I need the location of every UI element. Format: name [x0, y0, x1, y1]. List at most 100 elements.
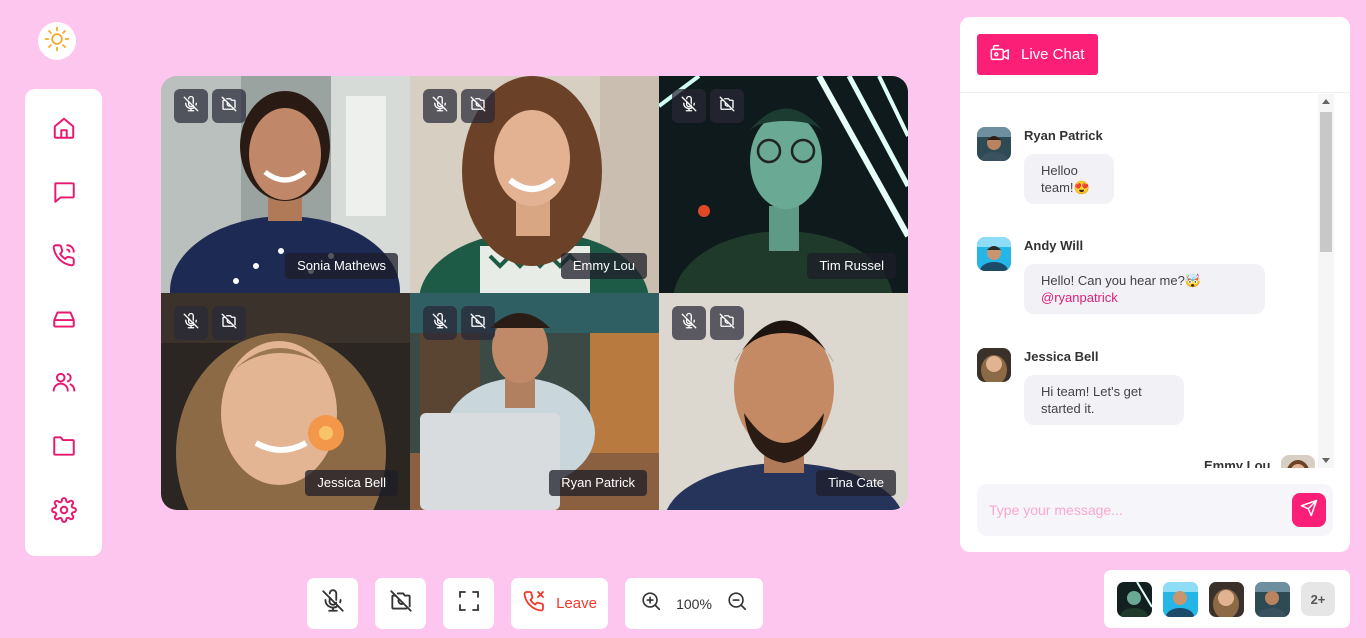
zoom-control: 100% [625, 578, 763, 629]
video-tile[interactable]: Ryan Patrick [410, 293, 659, 510]
zoom-out-icon [728, 592, 746, 611]
chat-messages: Ryan Patrick Helloo team!😍 Andy Will Hel… [960, 94, 1350, 468]
participant-name: Sonia Mathews [285, 253, 398, 279]
mute-mic-button[interactable] [307, 578, 358, 629]
live-chat-button[interactable]: Live Chat [977, 34, 1099, 75]
scroll-down-icon[interactable] [1322, 458, 1330, 463]
mic-off-icon [320, 588, 346, 619]
participant-name: Ryan Patrick [549, 470, 647, 496]
message-text: Helloo team!😍 [1041, 163, 1090, 195]
participant-avatar[interactable] [1255, 581, 1290, 617]
sidebar [25, 89, 102, 556]
sidebar-item-calls[interactable] [44, 238, 84, 277]
theme-toggle-button[interactable] [38, 22, 76, 60]
mic-off-button[interactable] [672, 89, 706, 123]
video-grid: Sonia Mathews Emmy Lou Tim Russel Jessic… [161, 76, 908, 510]
message-text: Hi team! Let's get started it. [1041, 384, 1142, 416]
mic-off-icon [431, 312, 449, 335]
zoom-level: 100% [676, 595, 712, 612]
video-tile[interactable]: Tim Russel [659, 76, 908, 293]
sidebar-item-files[interactable] [44, 429, 84, 468]
mic-off-button[interactable] [423, 306, 457, 340]
mic-off-button[interactable] [174, 89, 208, 123]
camera-off-icon [220, 312, 238, 335]
sidebar-item-chat[interactable] [44, 175, 84, 214]
more-participants-button[interactable]: 2+ [1301, 582, 1335, 616]
chat-message-input[interactable] [977, 484, 1277, 536]
video-tile[interactable]: Emmy Lou [410, 76, 659, 293]
message-bubble: Helloo team!😍 [1024, 154, 1114, 204]
sidebar-item-users[interactable] [44, 365, 84, 404]
scroll-up-icon[interactable] [1322, 99, 1330, 104]
mic-off-icon [680, 312, 698, 335]
message-sender: Emmy Lou [1204, 458, 1271, 468]
camera-off-icon [718, 312, 736, 335]
phone-hangup-icon [522, 589, 546, 618]
camera-off-icon [388, 588, 414, 619]
video-tile[interactable]: Tina Cate [659, 293, 908, 510]
camera-off-icon [469, 312, 487, 335]
mic-off-icon [182, 95, 200, 118]
camera-off-icon [718, 95, 736, 118]
live-chat-label: Live Chat [1021, 46, 1085, 63]
zoom-in-icon [642, 592, 661, 611]
avatar [977, 237, 1011, 271]
inbox-icon [51, 306, 77, 337]
camera-off-button[interactable] [212, 306, 246, 340]
zoom-out-button[interactable] [726, 590, 748, 617]
chat-panel: Live Chat Ryan Patrick Helloo team!😍 And… [960, 17, 1350, 552]
sidebar-item-settings[interactable] [44, 492, 84, 531]
message-sender: Jessica Bell [1024, 349, 1099, 364]
chat-icon [51, 179, 77, 210]
mic-off-icon [431, 95, 449, 118]
fullscreen-icon [457, 589, 481, 618]
avatar [977, 348, 1011, 382]
send-button[interactable] [1292, 493, 1326, 527]
scrollbar-thumb[interactable] [1320, 112, 1332, 252]
leave-call-button[interactable]: Leave [511, 578, 608, 629]
settings-icon [50, 496, 77, 528]
message-sender: Andy Will [1024, 238, 1084, 253]
message-text: Hello! Can you hear me?🤯 [1041, 273, 1201, 288]
sidebar-item-inbox[interactable] [44, 302, 84, 341]
camera-off-icon [469, 95, 487, 118]
participant-avatar[interactable] [1117, 581, 1152, 617]
chat-input-container [977, 484, 1333, 536]
message-sender: Ryan Patrick [1024, 128, 1103, 143]
mic-off-button[interactable] [423, 89, 457, 123]
message-mention-link[interactable]: @ryanpatrick [1041, 289, 1248, 306]
camera-toggle-button[interactable] [375, 578, 426, 629]
mic-off-icon [680, 95, 698, 118]
fullscreen-button[interactable] [443, 578, 494, 629]
camera-off-button[interactable] [710, 89, 744, 123]
folder-icon [51, 433, 77, 464]
sun-icon [44, 26, 70, 57]
phone-call-icon [51, 242, 77, 273]
participant-name: Emmy Lou [560, 253, 647, 279]
video-tile[interactable]: Sonia Mathews [161, 76, 410, 293]
video-chat-icon [989, 42, 1011, 68]
participant-name: Tina Cate [816, 470, 896, 496]
camera-off-button[interactable] [461, 306, 495, 340]
chat-header: Live Chat [960, 17, 1350, 93]
users-icon [51, 369, 77, 400]
camera-off-icon [220, 95, 238, 118]
camera-off-button[interactable] [461, 89, 495, 123]
avatar [1281, 455, 1315, 468]
message-bubble: Hi team! Let's get started it. [1024, 375, 1184, 425]
participant-avatar[interactable] [1209, 581, 1244, 617]
sidebar-item-home[interactable] [44, 111, 84, 150]
participant-name: Tim Russel [807, 253, 896, 279]
participants-bar: 2+ [1104, 570, 1350, 628]
chat-scrollbar[interactable] [1318, 94, 1334, 468]
message-bubble: Hello! Can you hear me?🤯 @ryanpatrick [1024, 264, 1265, 314]
video-tile[interactable]: Jessica Bell [161, 293, 410, 510]
mic-off-button[interactable] [174, 306, 208, 340]
mic-off-button[interactable] [672, 306, 706, 340]
participant-avatar[interactable] [1163, 581, 1198, 617]
zoom-in-button[interactable] [640, 590, 662, 617]
camera-off-button[interactable] [212, 89, 246, 123]
camera-off-button[interactable] [710, 306, 744, 340]
avatar [977, 127, 1011, 161]
mic-off-icon [182, 312, 200, 335]
